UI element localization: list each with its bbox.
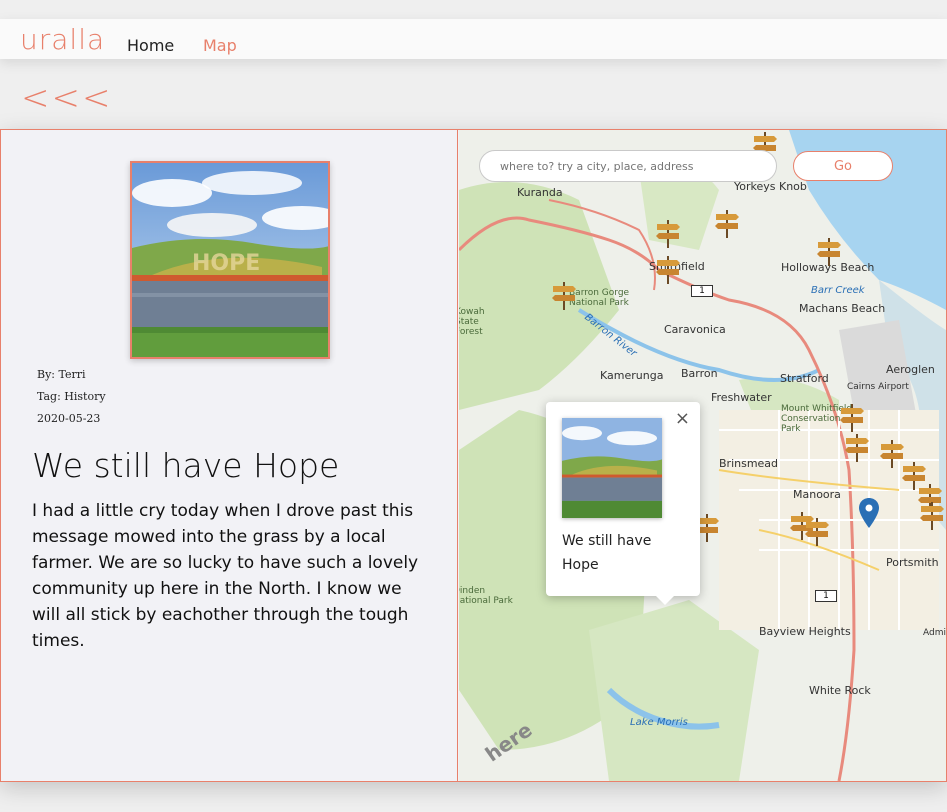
- map-place-stratford: Stratford: [780, 372, 829, 385]
- hope-field-thumbnail: [562, 418, 662, 518]
- signpost-marker-icon[interactable]: [844, 432, 870, 462]
- map-place-caravonica: Caravonica: [664, 323, 726, 336]
- map-place-barron-gorge: Barron Gorge National Park: [569, 288, 630, 308]
- signpost-marker-icon[interactable]: [551, 280, 577, 310]
- map-search-input[interactable]: [479, 150, 777, 182]
- go-button[interactable]: Go: [793, 151, 893, 181]
- uralla-logo[interactable]: uralla: [20, 23, 105, 56]
- signpost-marker-icon[interactable]: [816, 236, 842, 266]
- popup-close-icon[interactable]: ×: [675, 408, 690, 429]
- signpost-marker-icon[interactable]: [655, 254, 681, 284]
- signpost-marker-icon[interactable]: [919, 500, 945, 530]
- signpost-marker-icon[interactable]: [655, 218, 681, 248]
- map-place-kuranda: Kuranda: [517, 186, 563, 199]
- story-photo: HOPE: [130, 161, 330, 359]
- story-body: I had a little cry today when I drove pa…: [32, 501, 419, 651]
- signpost-marker-icon[interactable]: [804, 516, 830, 546]
- signpost-marker-icon[interactable]: [839, 402, 865, 432]
- map-place-aeroglen: Aeroglen: [886, 363, 935, 376]
- top-nav-bar: uralla Home Map: [0, 19, 947, 59]
- popup-title[interactable]: We still have Hope: [562, 529, 682, 577]
- story-title: We still have Hope: [32, 446, 340, 485]
- map-place-kowah: Kowah State Forest: [459, 307, 485, 337]
- map-place-barr-creek: Barr Creek: [811, 285, 865, 296]
- map-place-dinden: Dinden National Park: [459, 586, 513, 606]
- map-tiles[interactable]: [459, 130, 946, 781]
- map-place-barron: Barron: [681, 367, 718, 380]
- nav-home-link[interactable]: Home: [127, 36, 174, 55]
- map-place-kamerunga: Kamerunga: [600, 369, 664, 382]
- map-place-brinsmead: Brinsmead: [719, 457, 779, 470]
- map-popup: × We still have Hope: [546, 402, 700, 605]
- map-place-freshwater: Freshwater: [711, 391, 772, 404]
- story-author: By: Terri: [37, 368, 86, 381]
- map-place-white-rock: White Rock: [809, 684, 871, 697]
- story-details: HOPE By: Terri Tag: History 2020-05-23 W…: [1, 130, 458, 781]
- story-date: 2020-05-23: [37, 412, 101, 425]
- route-shield: 1: [815, 590, 837, 602]
- map-place-cairns-airport: Cairns Airport: [847, 382, 909, 392]
- map-place-machans-beach: Machans Beach: [799, 302, 886, 315]
- signpost-marker-icon[interactable]: [714, 208, 740, 238]
- hope-field-image: HOPE: [132, 163, 328, 357]
- nav-map-link[interactable]: Map: [203, 36, 237, 55]
- back-button[interactable]: <<<: [21, 78, 112, 118]
- story-panel: HOPE By: Terri Tag: History 2020-05-23 W…: [0, 129, 947, 782]
- map-place-manoora: Manoora: [793, 488, 841, 501]
- route-shield: 1: [691, 285, 713, 297]
- story-tag[interactable]: Tag: History: [37, 390, 106, 403]
- svg-text:HOPE: HOPE: [192, 251, 260, 276]
- map-place-lake-morris: Lake Morris: [630, 717, 688, 728]
- map-place-bayview-heights: Bayview Heights: [759, 625, 851, 638]
- map-view[interactable]: Kuranda Yorkeys Knob Holloways Beach Smi…: [459, 130, 946, 781]
- location-pin-icon[interactable]: [859, 498, 879, 528]
- map-place-portsmith: Portsmith: [886, 556, 939, 569]
- popup-photo[interactable]: [562, 418, 662, 518]
- map-place-admiralty: Admiralty Island: [923, 628, 946, 638]
